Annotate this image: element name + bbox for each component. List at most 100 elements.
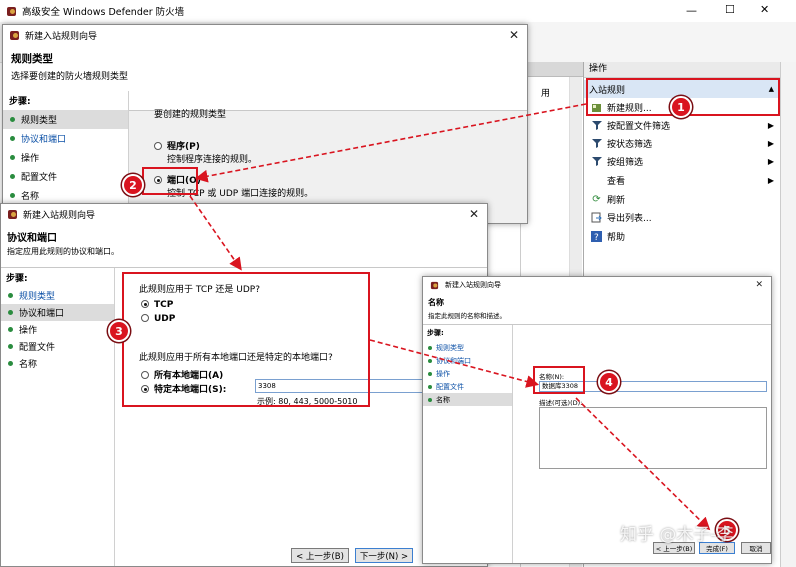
submenu-arrow-icon: ▶ <box>767 138 774 148</box>
action-filter-state[interactable]: 按状态筛选 ▶ <box>584 134 780 152</box>
step-label: 协议和端口 <box>436 356 471 365</box>
step-label: 规则类型 <box>19 292 56 302</box>
wizard1-title: 新建入站规则向导 <box>25 31 98 42</box>
step-protocol-port[interactable]: 协议和端口 <box>3 129 128 148</box>
firewall-app-icon <box>7 209 18 220</box>
action-label: 查看 <box>607 176 626 187</box>
right-edge-strip <box>780 62 796 567</box>
actions-header: 操作 <box>584 62 781 78</box>
steps-label: 步骤: <box>6 274 28 284</box>
option-program-label: 程序(P) <box>167 142 200 152</box>
step-name[interactable]: 名称 <box>1 355 114 372</box>
step-badge-1: 1 <box>670 96 692 118</box>
wizard2-subheading: 指定应用此规则的协议和端口。 <box>7 247 119 256</box>
export-icon <box>591 212 602 223</box>
action-label: 帮助 <box>607 232 626 243</box>
steps-label: 步骤: <box>427 329 444 337</box>
wizard2-heading: 协议和端口 <box>7 233 57 244</box>
main-close-button[interactable]: ✕ <box>760 3 769 16</box>
action-view[interactable]: 查看 ▶ <box>584 171 780 189</box>
step-label: 配置文件 <box>21 173 58 183</box>
step-action[interactable]: 操作 <box>423 367 512 380</box>
step-label: 名称 <box>21 192 40 202</box>
step-label: 操作 <box>21 154 40 164</box>
action-refresh[interactable]: ⟳ 刷新 <box>584 190 780 208</box>
step-rule-type[interactable]: 规则类型 <box>3 110 128 129</box>
step-label: 协议和端口 <box>19 309 65 319</box>
wizard3-titlebar: 新建入站规则向导 ✕ <box>423 277 771 293</box>
submenu-arrow-icon: ▶ <box>767 175 774 185</box>
step-rule-type[interactable]: 规则类型 <box>423 341 512 354</box>
step-protocol-port[interactable]: 协议和端口 <box>423 354 512 367</box>
description-label: 描述(可选)(D): <box>539 399 583 407</box>
action-filter-group[interactable]: 按组筛选 ▶ <box>584 152 780 170</box>
action-help[interactable]: ? 帮助 <box>584 227 780 245</box>
submenu-arrow-icon: ▶ <box>767 120 774 130</box>
step-action[interactable]: 操作 <box>3 148 128 167</box>
filter-icon <box>591 156 602 167</box>
wizard2-header: 协议和端口 指定应用此规则的协议和端口。 <box>1 224 487 268</box>
highlight-name-field <box>533 366 585 394</box>
wizard1-subheading: 选择要创建的防火墙规则类型 <box>11 72 129 82</box>
rule-type-question: 要创建的规则类型 <box>154 110 227 120</box>
main-window-title: 高级安全 Windows Defender 防火墙 <box>22 7 185 18</box>
step-badge-4: 4 <box>598 371 620 393</box>
step-label: 协议和端口 <box>21 135 67 145</box>
minimize-button[interactable]: — <box>686 4 697 17</box>
wizard3-close-button[interactable]: ✕ <box>755 280 763 290</box>
wizard2-title: 新建入站规则向导 <box>23 210 96 221</box>
steps-label: 步骤: <box>9 97 31 107</box>
actions-list: 新建规则... 按配置文件筛选 ▶ 按状态筛选 ▶ 按组筛选 ▶ 查看 ▶ ⟳ … <box>584 98 780 298</box>
action-export[interactable]: 导出列表... <box>584 208 780 226</box>
step-label: 操作 <box>19 326 38 336</box>
wizard3-heading: 名称 <box>428 298 444 307</box>
wizard3-steps: 步骤: 规则类型 协议和端口 操作 配置文件 名称 <box>423 325 513 563</box>
wizard2-back-button[interactable]: < 上一步(B) <box>291 548 349 563</box>
svg-text:?: ? <box>594 233 599 242</box>
center-header <box>521 62 583 77</box>
main-titlebar: 高级安全 Windows Defender 防火墙 — ☐ ✕ <box>0 0 796 22</box>
step-label: 操作 <box>436 369 450 378</box>
maximize-button[interactable]: ☐ <box>725 3 735 16</box>
wizard1-close-button[interactable]: ✕ <box>509 28 519 42</box>
step-protocol-port[interactable]: 协议和端口 <box>1 304 114 321</box>
firewall-app-icon <box>430 281 439 290</box>
wizard3-cancel-button[interactable]: 取消 <box>741 542 771 554</box>
step-profile[interactable]: 配置文件 <box>3 167 128 186</box>
wizard2-next-button[interactable]: 下一步(N) > <box>355 548 413 563</box>
center-partial-text: 用 <box>541 89 551 99</box>
firewall-app-icon <box>9 30 20 41</box>
wizard3-header: 名称 指定此规则的名称和描述。 <box>423 293 771 325</box>
refresh-icon: ⟳ <box>592 193 601 205</box>
step-profile[interactable]: 配置文件 <box>1 338 114 355</box>
action-label: 按状态筛选 <box>607 139 653 150</box>
option-program-desc: 控制程序连接的规则。 <box>167 155 258 165</box>
submenu-arrow-icon: ▶ <box>767 156 774 166</box>
program-radio[interactable] <box>154 142 162 150</box>
filter-icon <box>591 120 602 131</box>
description-input[interactable] <box>539 407 767 469</box>
wizard3-title: 新建入站规则向导 <box>445 281 501 289</box>
step-badge-2: 2 <box>122 174 144 196</box>
option-program[interactable]: 程序(P) <box>154 139 200 152</box>
step-action[interactable]: 操作 <box>1 321 114 338</box>
step-name[interactable]: 名称 <box>423 393 512 406</box>
help-icon: ? <box>591 230 602 242</box>
action-label: 刷新 <box>607 195 626 206</box>
step-label: 配置文件 <box>436 382 464 391</box>
action-label: 导出列表... <box>607 213 652 224</box>
action-filter-profile[interactable]: 按配置文件筛选 ▶ <box>584 116 780 134</box>
wizard2-close-button[interactable]: ✕ <box>469 207 479 221</box>
action-label: 按配置文件筛选 <box>607 121 671 132</box>
wizard-rule-type: 新建入站规则向导 ✕ 规则类型 选择要创建的防火墙规则类型 步骤: 规则类型 协… <box>2 24 528 224</box>
action-label: 按组筛选 <box>607 157 644 168</box>
wizard2-steps: 步骤: 规则类型 协议和端口 操作 配置文件 名称 <box>1 268 115 566</box>
step-profile[interactable]: 配置文件 <box>423 380 512 393</box>
wizard1-titlebar: 新建入站规则向导 ✕ <box>3 25 527 45</box>
wizard1-heading: 规则类型 <box>11 53 53 65</box>
step-label: 配置文件 <box>19 343 56 353</box>
step-label: 名称 <box>19 360 38 370</box>
highlight-port-option <box>142 167 198 195</box>
step-label: 规则类型 <box>21 116 58 126</box>
step-rule-type[interactable]: 规则类型 <box>1 287 114 304</box>
